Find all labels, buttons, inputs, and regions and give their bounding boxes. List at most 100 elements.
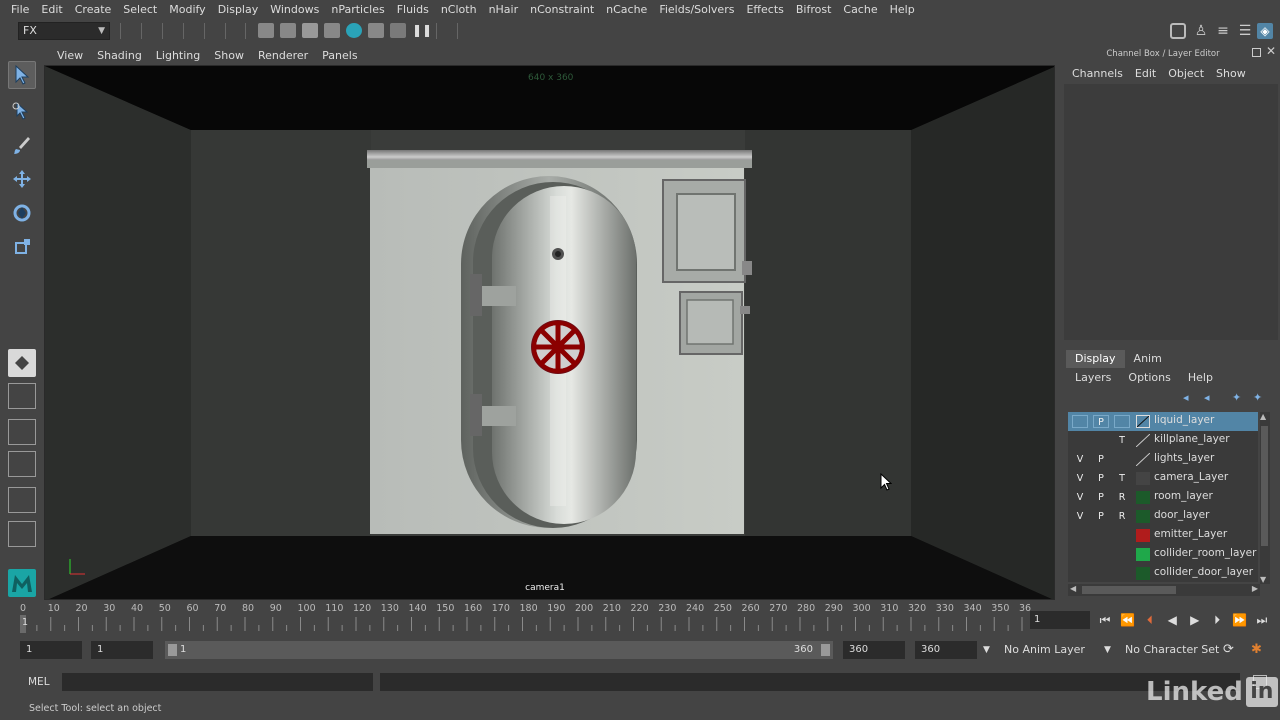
layer-row[interactable]: collider_door_layer [1068, 564, 1258, 583]
list-icon[interactable]: ≡ [1215, 23, 1231, 39]
layer-list-vertical-scrollbar[interactable]: ▲ ▼ [1260, 412, 1270, 584]
range-slider[interactable]: 1 360 [165, 641, 833, 659]
move-layer-down-icon[interactable]: ◂ [1204, 391, 1210, 404]
display-type-toggle[interactable]: R [1114, 510, 1130, 523]
layer-color-swatch[interactable] [1136, 415, 1150, 428]
menu-nparticles[interactable]: nParticles [325, 0, 390, 19]
menu-bifrost[interactable]: Bifrost [790, 0, 838, 19]
float-panel-icon[interactable] [1252, 48, 1261, 57]
menu-ncache[interactable]: nCache [600, 0, 653, 19]
layer-row[interactable]: P liquid_layer [1068, 412, 1258, 431]
camera-viewport[interactable]: 640 x 360 camera1 [44, 65, 1055, 600]
menu-effects[interactable]: Effects [740, 0, 789, 19]
layer-menu-options[interactable]: Options [1119, 370, 1178, 386]
menu-fields-solvers[interactable]: Fields/Solvers [653, 0, 740, 19]
layer-color-swatch[interactable] [1136, 567, 1150, 580]
scroll-right-icon[interactable]: ▶ [1252, 584, 1258, 593]
play-forwards-icon[interactable]: ▶ [1186, 613, 1204, 627]
anim-layer-dropdown[interactable]: No Anim Layer [1004, 641, 1085, 659]
range-start-handle[interactable] [168, 644, 177, 656]
display-type-toggle[interactable] [1114, 567, 1130, 580]
select-tool-button[interactable] [8, 61, 36, 89]
scroll-up-icon[interactable]: ▲ [1260, 412, 1266, 421]
panel-menu-view[interactable]: View [50, 49, 90, 62]
visibility-toggle[interactable] [1072, 434, 1088, 447]
go-to-end-icon[interactable]: ⏭ [1253, 613, 1271, 628]
character-set-dropdown[interactable]: No Character Set [1125, 641, 1219, 659]
layer-color-swatch[interactable] [1136, 472, 1150, 485]
menu-file[interactable]: File [0, 0, 35, 19]
menu-nconstraint[interactable]: nConstraint [524, 0, 600, 19]
visibility-toggle[interactable] [1072, 567, 1088, 580]
step-forward-key-icon[interactable]: ⏵ [1208, 613, 1226, 628]
move-layer-up-icon[interactable]: ◂ [1183, 391, 1189, 404]
channel-box-menu-object[interactable]: Object [1162, 67, 1210, 80]
channel-box-menu-show[interactable]: Show [1210, 67, 1252, 80]
panel-menu-show[interactable]: Show [207, 49, 251, 62]
display-type-toggle[interactable]: T [1114, 472, 1130, 485]
script-language-toggle[interactable]: MEL [28, 676, 50, 688]
pause-icon[interactable]: ❚❚ [412, 23, 432, 38]
chevron-down-icon[interactable]: ▼ [983, 641, 990, 659]
hypershade-icon[interactable] [346, 23, 362, 38]
persp-outliner-layout-button[interactable] [8, 419, 36, 445]
playback-toggle[interactable] [1093, 567, 1109, 580]
persp-graph-layout-button[interactable] [8, 451, 36, 477]
current-frame-field[interactable]: 1 [1030, 611, 1090, 629]
panel-menu-lighting[interactable]: Lighting [149, 49, 207, 62]
layer-color-swatch[interactable] [1136, 548, 1150, 561]
playback-start-field[interactable]: 1 [91, 641, 153, 659]
single-perspective-layout-button[interactable] [8, 349, 36, 377]
layer-row[interactable]: V P R door_layer [1068, 507, 1258, 526]
panel-menu-renderer[interactable]: Renderer [251, 49, 315, 62]
layer-row[interactable]: V P lights_layer [1068, 450, 1258, 469]
playback-toggle[interactable]: P [1093, 510, 1109, 523]
go-to-start-icon[interactable]: ⏮ [1096, 613, 1114, 628]
display-type-toggle[interactable]: T [1114, 434, 1130, 447]
menu-create[interactable]: Create [69, 0, 118, 19]
channel-box-toggle-icon[interactable]: ◈ [1257, 23, 1273, 39]
playback-toggle[interactable]: P [1093, 472, 1109, 485]
menu-modify[interactable]: Modify [163, 0, 211, 19]
visibility-toggle[interactable]: V [1072, 491, 1088, 504]
layer-color-swatch[interactable] [1136, 491, 1150, 504]
layer-menu-help[interactable]: Help [1179, 370, 1221, 386]
tool-settings-icon[interactable]: ☰ [1237, 23, 1253, 39]
chevron-down-icon[interactable]: ▼ [1104, 641, 1111, 659]
playback-toggle[interactable]: P [1093, 453, 1109, 466]
animation-start-field[interactable]: 1 [20, 641, 82, 659]
range-end-handle[interactable] [821, 644, 830, 656]
playback-toggle[interactable] [1093, 434, 1109, 447]
auto-key-icon[interactable]: ⟳ [1223, 641, 1234, 659]
playback-toggle[interactable] [1093, 548, 1109, 561]
step-back-frame-icon[interactable]: ⏪ [1118, 613, 1136, 627]
layer-row[interactable]: emitter_Layer [1068, 526, 1258, 545]
move-tool-button[interactable] [8, 165, 36, 193]
visibility-toggle[interactable] [1072, 529, 1088, 542]
step-forward-frame-icon[interactable]: ⏩ [1231, 613, 1249, 627]
sculpt-icon[interactable] [1170, 23, 1186, 39]
four-view-layout-button[interactable] [8, 383, 36, 409]
menu-cache[interactable]: Cache [837, 0, 883, 19]
scale-tool-button[interactable] [8, 233, 36, 261]
step-back-key-icon[interactable]: ⏴ [1141, 613, 1159, 628]
layer-list-horizontal-scrollbar[interactable]: ◀ ▶ [1068, 584, 1260, 596]
tools-icon[interactable] [390, 23, 406, 38]
render-frame-icon[interactable] [280, 23, 296, 38]
channel-box-menu-edit[interactable]: Edit [1129, 67, 1162, 80]
scroll-left-icon[interactable]: ◀ [1070, 584, 1076, 593]
tab-anim[interactable]: Anim [1125, 350, 1171, 368]
visibility-toggle[interactable]: V [1072, 510, 1088, 523]
new-layer-from-selection-icon[interactable]: ✦ [1253, 391, 1262, 404]
display-type-toggle[interactable]: R [1114, 491, 1130, 504]
visibility-toggle[interactable]: V [1072, 453, 1088, 466]
play-backwards-icon[interactable]: ◀ [1163, 613, 1181, 627]
render-view-icon[interactable] [258, 23, 274, 38]
scrollbar-thumb[interactable] [1261, 426, 1268, 546]
scroll-down-icon[interactable]: ▼ [1260, 575, 1266, 584]
time-slider[interactable]: 0 10 20 30 40 50 60 70 80 90 100 110 120 130 140 150 160… [0, 603, 1031, 633]
ipr-render-icon[interactable] [302, 23, 318, 38]
channel-box-menu-channels[interactable]: Channels [1066, 67, 1129, 80]
display-type-toggle[interactable] [1114, 415, 1130, 428]
playback-toggle[interactable] [1093, 529, 1109, 542]
